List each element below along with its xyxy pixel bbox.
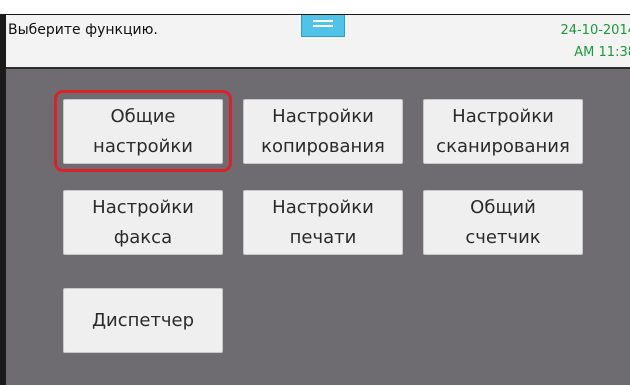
general-settings-button[interactable]: Общие настройки	[63, 99, 223, 164]
menu-bar-line	[313, 25, 333, 27]
scan-settings-button[interactable]: Настройки сканирования	[423, 99, 583, 164]
function-selection-screen: Выберите функцию. 24-10-2014 AM 11:38 Об…	[6, 15, 630, 385]
copy-settings-button[interactable]: Настройки копирования	[243, 99, 403, 164]
prompt-text: Выберите функцию.	[8, 22, 158, 38]
status-header: Выберите функцию. 24-10-2014 AM 11:38	[6, 15, 630, 69]
dispatcher-button[interactable]: Диспетчер	[63, 288, 223, 353]
total-counter-button[interactable]: Общий счетчик	[423, 190, 583, 255]
print-settings-button[interactable]: Настройки печати	[243, 190, 403, 255]
fax-settings-button[interactable]: Настройки факса	[63, 190, 223, 255]
menu-bar-line	[313, 20, 333, 22]
hamburger-menu-icon[interactable]	[301, 15, 345, 37]
date-display: 24-10-2014	[560, 23, 630, 38]
time-display: AM 11:38	[574, 45, 630, 60]
